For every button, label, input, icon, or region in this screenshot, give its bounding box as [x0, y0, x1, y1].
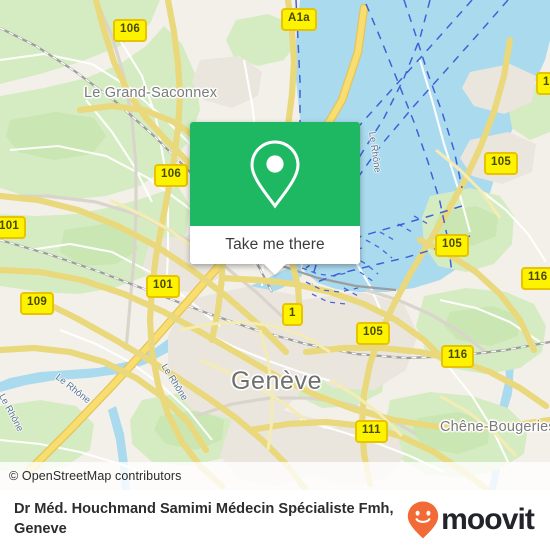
osm-attribution-text[interactable]: © OpenStreetMap contributors — [0, 469, 182, 483]
map-canvas[interactable]: Genève Le Grand-Saconnex Chêne-Bougeries… — [0, 0, 550, 490]
moovit-smiley-pin-icon — [407, 501, 439, 539]
map-screenshot: Genève Le Grand-Saconnex Chêne-Bougeries… — [0, 0, 550, 550]
card-footer[interactable]: Take me there — [190, 226, 360, 275]
moovit-logo[interactable]: moovit — [406, 500, 550, 540]
card-header — [190, 122, 360, 226]
take-me-there-card[interactable]: Take me there — [190, 122, 360, 275]
card-pointer-tail — [264, 264, 286, 275]
moovit-wordmark: moovit — [441, 503, 535, 536]
page-footer: Dr Méd. Houchmand Samimi Médecin Spécial… — [0, 490, 550, 550]
take-me-there-label: Take me there — [225, 236, 325, 253]
map-pin-icon — [250, 140, 300, 209]
map-attribution-bar: © OpenStreetMap contributors — [0, 462, 550, 490]
location-title: Dr Méd. Houchmand Samimi Médecin Spécial… — [14, 501, 394, 537]
